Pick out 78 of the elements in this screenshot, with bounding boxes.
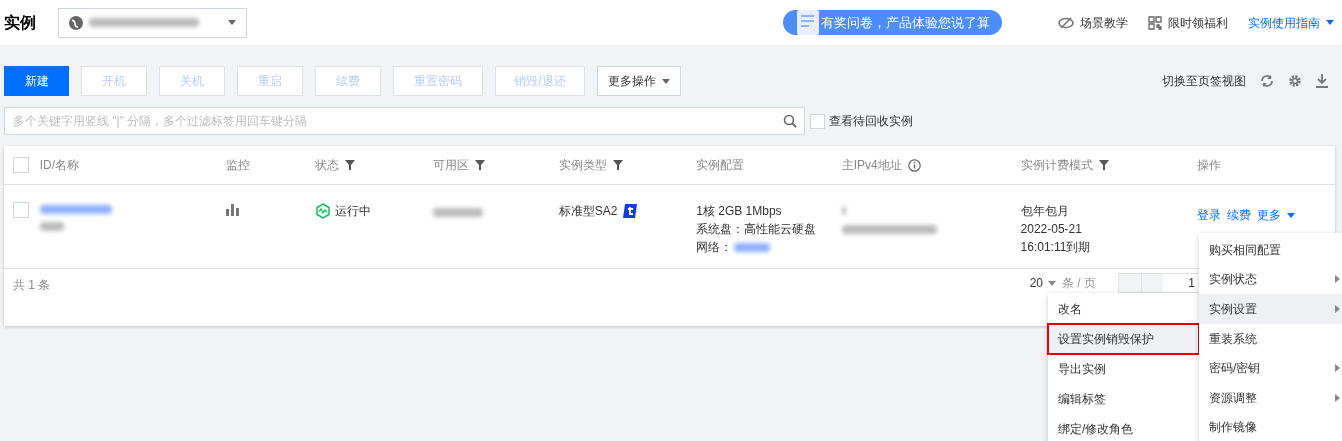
config-text: 系统盘：高性能云硬盘 <box>696 221 817 238</box>
submenu-arrow-icon <box>1335 364 1340 373</box>
column-header: 状态 <box>314 157 339 174</box>
header-link[interactable]: 场景教学 <box>1058 13 1128 32</box>
recycle-label: 查看待回收实例 <box>829 113 913 130</box>
page-title: 实例 <box>4 12 36 33</box>
column-header: 主IPv4地址 <box>841 157 902 174</box>
billing-text: 16:01:11到期 <box>1020 239 1092 256</box>
action-link[interactable]: 登录 <box>1197 206 1222 224</box>
filter-icon[interactable] <box>1098 160 1109 170</box>
column-header: 实例计费模式 <box>1020 157 1093 174</box>
action-link[interactable]: 更多 <box>1257 206 1296 224</box>
status-text: 运行中 <box>334 203 371 220</box>
row-checkbox[interactable] <box>13 202 29 218</box>
column-header: 监控 <box>226 157 251 174</box>
pulse-hexagon-icon <box>314 203 331 219</box>
action-link[interactable]: 续费 <box>1227 206 1252 224</box>
t-badge-icon <box>623 204 638 218</box>
submenu-arrow-icon <box>1335 275 1340 284</box>
submenu-item[interactable]: 编辑标签 <box>1048 384 1199 414</box>
caret-icon <box>1326 20 1334 25</box>
eye-slash-icon <box>1058 16 1074 29</box>
submenu-item[interactable]: 设置实例销毁保护 <box>1048 324 1199 354</box>
menu-item[interactable]: 购买相同配置 <box>1199 235 1342 265</box>
submenu-item[interactable]: 导出实例 <box>1048 354 1199 384</box>
filter-icon[interactable] <box>474 160 485 170</box>
caret-icon <box>1287 212 1296 218</box>
menu-item[interactable]: 实例状态 <box>1199 264 1342 295</box>
column-header: 实例类型 <box>558 157 607 174</box>
menu-item[interactable]: 实例设置 <box>1199 294 1342 324</box>
menu-item[interactable]: 资源调整 <box>1199 382 1342 413</box>
globe-icon <box>69 15 83 30</box>
per-page-label: 条 / 页 <box>1062 275 1096 292</box>
filter-icon[interactable] <box>612 160 623 170</box>
page-size-select[interactable]: 20 <box>1029 274 1056 292</box>
blurred-text <box>841 206 846 215</box>
download-icon[interactable] <box>1316 74 1328 88</box>
filter-icon[interactable] <box>344 160 355 170</box>
menu-item[interactable]: 制作镜像 <box>1199 412 1342 441</box>
create-button[interactable]: 新建 <box>4 66 69 96</box>
config-text: 1核 2GB 1Mbps <box>696 203 782 220</box>
select-all-checkbox[interactable] <box>13 157 29 173</box>
settings-icon[interactable] <box>1288 74 1302 88</box>
refresh-icon[interactable] <box>1260 74 1274 88</box>
document-icon <box>797 10 819 35</box>
submenu-arrow-icon <box>1335 393 1340 402</box>
more-actions-button[interactable]: 更多操作 <box>597 66 681 96</box>
billing-text: 包年包月 <box>1020 203 1070 220</box>
config-text: 网络： <box>696 239 733 256</box>
recycle-checkbox[interactable] <box>810 113 825 129</box>
submenu-item[interactable]: 绑定/修改角色 <box>1048 414 1199 441</box>
billing-text: 2022-05-21 <box>1020 221 1083 238</box>
page-number[interactable]: 1 <box>1163 274 1199 292</box>
switch-view-link[interactable]: 切换至页签视图 <box>1162 72 1246 90</box>
column-header: ID/名称 <box>39 157 80 174</box>
caret-icon <box>662 78 670 84</box>
caret-icon <box>228 20 236 25</box>
info-icon[interactable] <box>907 158 921 172</box>
column-header: 可用区 <box>432 157 469 174</box>
caret-icon <box>1048 280 1056 286</box>
guide-link[interactable]: 实例使用指南 <box>1248 13 1334 32</box>
qr-code-icon <box>1148 15 1162 30</box>
blurred-text <box>734 242 771 252</box>
column-header: 操作 <box>1197 157 1222 174</box>
submenu-item[interactable]: 改名 <box>1048 294 1199 324</box>
submenu-arrow-icon <box>1335 305 1340 313</box>
instance-type: 标准型SA2 <box>558 203 618 220</box>
bar-chart-icon[interactable] <box>226 204 240 216</box>
menu-item[interactable]: 密码/密钥 <box>1199 353 1342 383</box>
column-header: 实例配置 <box>696 157 745 174</box>
search-field[interactable]: 多个关键字用竖线 "|" 分隔，多个过滤标签用回车键分隔 <box>4 107 805 135</box>
blurred-text <box>39 222 64 231</box>
region-select[interactable] <box>58 7 247 38</box>
blurred-text <box>432 208 483 217</box>
banner-text: 有奖问卷，产品体验您说了算 <box>821 13 990 32</box>
total-count: 共 1 条 <box>13 277 51 294</box>
header-link[interactable]: 限时领福利 <box>1148 13 1228 32</box>
menu-item[interactable]: 重装系统 <box>1199 323 1342 354</box>
